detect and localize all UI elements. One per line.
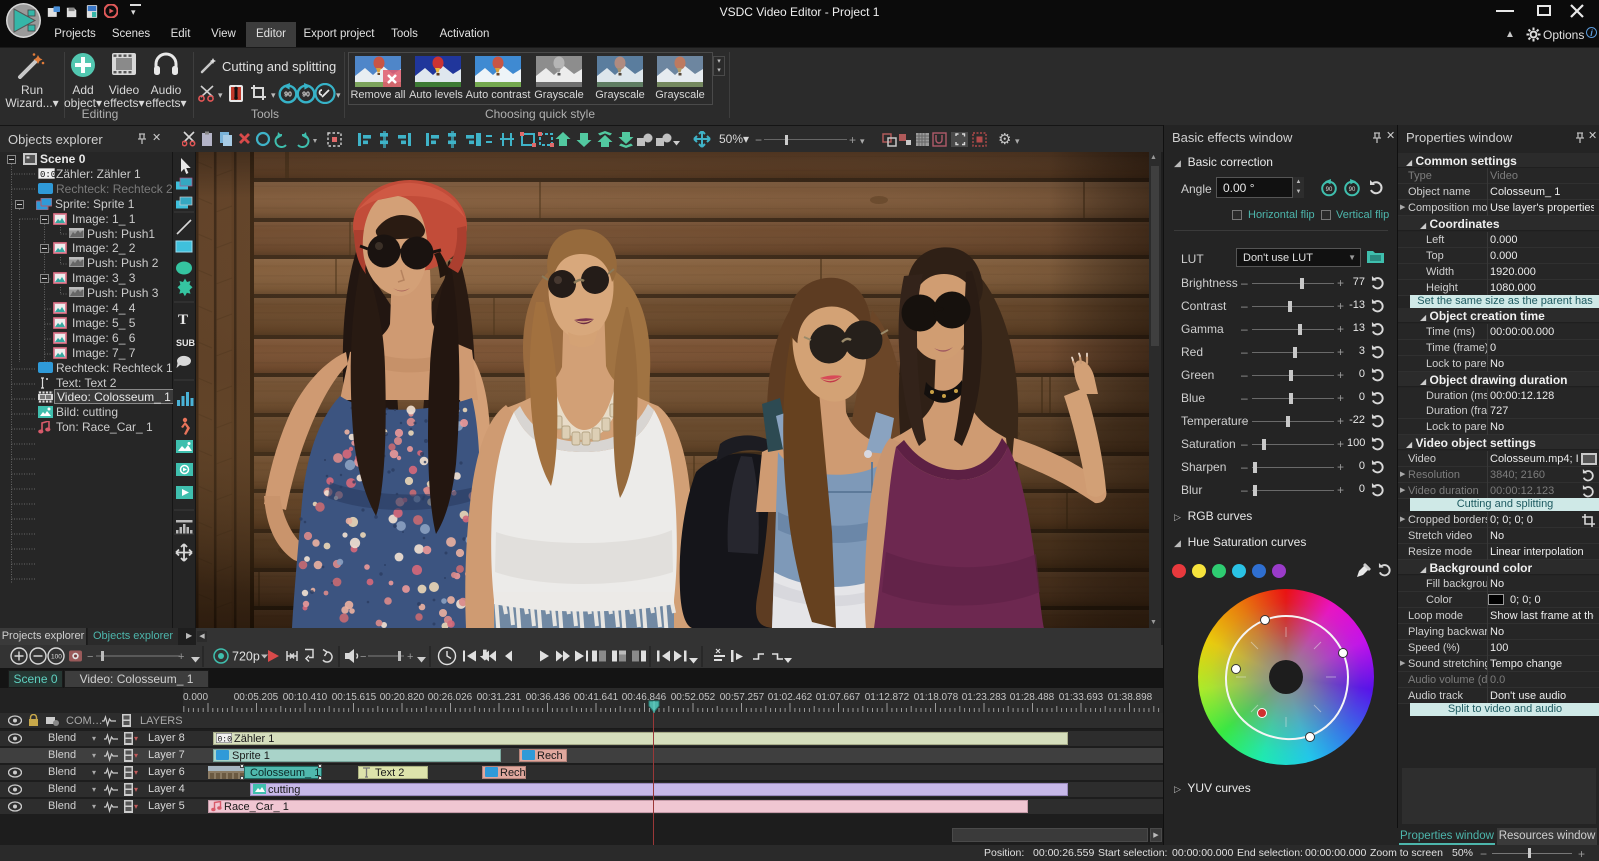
svg-text:90: 90	[302, 92, 310, 99]
svg-text:00:31.231: 00:31.231	[477, 692, 522, 703]
svg-text:01:23.283: 01:23.283	[962, 692, 1007, 703]
svg-text:00:05.205: 00:05.205	[234, 692, 279, 703]
svg-text:00:57.257: 00:57.257	[720, 692, 765, 703]
svg-text:+: +	[407, 651, 413, 663]
svg-text:00:20.820: 00:20.820	[380, 692, 425, 703]
svg-text:01:33.693: 01:33.693	[1059, 692, 1104, 703]
svg-text:T: T	[178, 312, 188, 328]
svg-text:01:07.667: 01:07.667	[816, 692, 861, 703]
svg-text:01:12.872: 01:12.872	[865, 692, 910, 703]
svg-text:0.000: 0.000	[183, 692, 208, 703]
svg-text:90: 90	[284, 92, 292, 99]
svg-text:90: 90	[1326, 187, 1333, 193]
svg-text:720p: 720p	[232, 650, 260, 664]
svg-text:01:28.488: 01:28.488	[1010, 692, 1055, 703]
svg-text:01:38.898: 01:38.898	[1108, 692, 1153, 703]
svg-text:01:02.462: 01:02.462	[768, 692, 813, 703]
svg-text:00:52.052: 00:52.052	[671, 692, 716, 703]
svg-text:00:41.641: 00:41.641	[574, 692, 619, 703]
svg-text:90: 90	[1349, 187, 1356, 193]
svg-text:00:46.846: 00:46.846	[622, 692, 667, 703]
svg-text:−: −	[360, 651, 366, 663]
svg-text:100: 100	[51, 654, 62, 661]
svg-text:+: +	[178, 651, 184, 663]
svg-text:01:18.078: 01:18.078	[914, 692, 959, 703]
svg-text:00:26.026: 00:26.026	[428, 692, 473, 703]
svg-text:−: −	[87, 651, 93, 663]
svg-text:SUB: SUB	[176, 338, 196, 348]
svg-text:0:0: 0:0	[40, 170, 55, 179]
svg-text:00:36.436: 00:36.436	[526, 692, 571, 703]
svg-text:00:15.615: 00:15.615	[332, 692, 377, 703]
svg-text:00:10.410: 00:10.410	[283, 692, 328, 703]
svg-text:0:0: 0:0	[218, 736, 233, 744]
